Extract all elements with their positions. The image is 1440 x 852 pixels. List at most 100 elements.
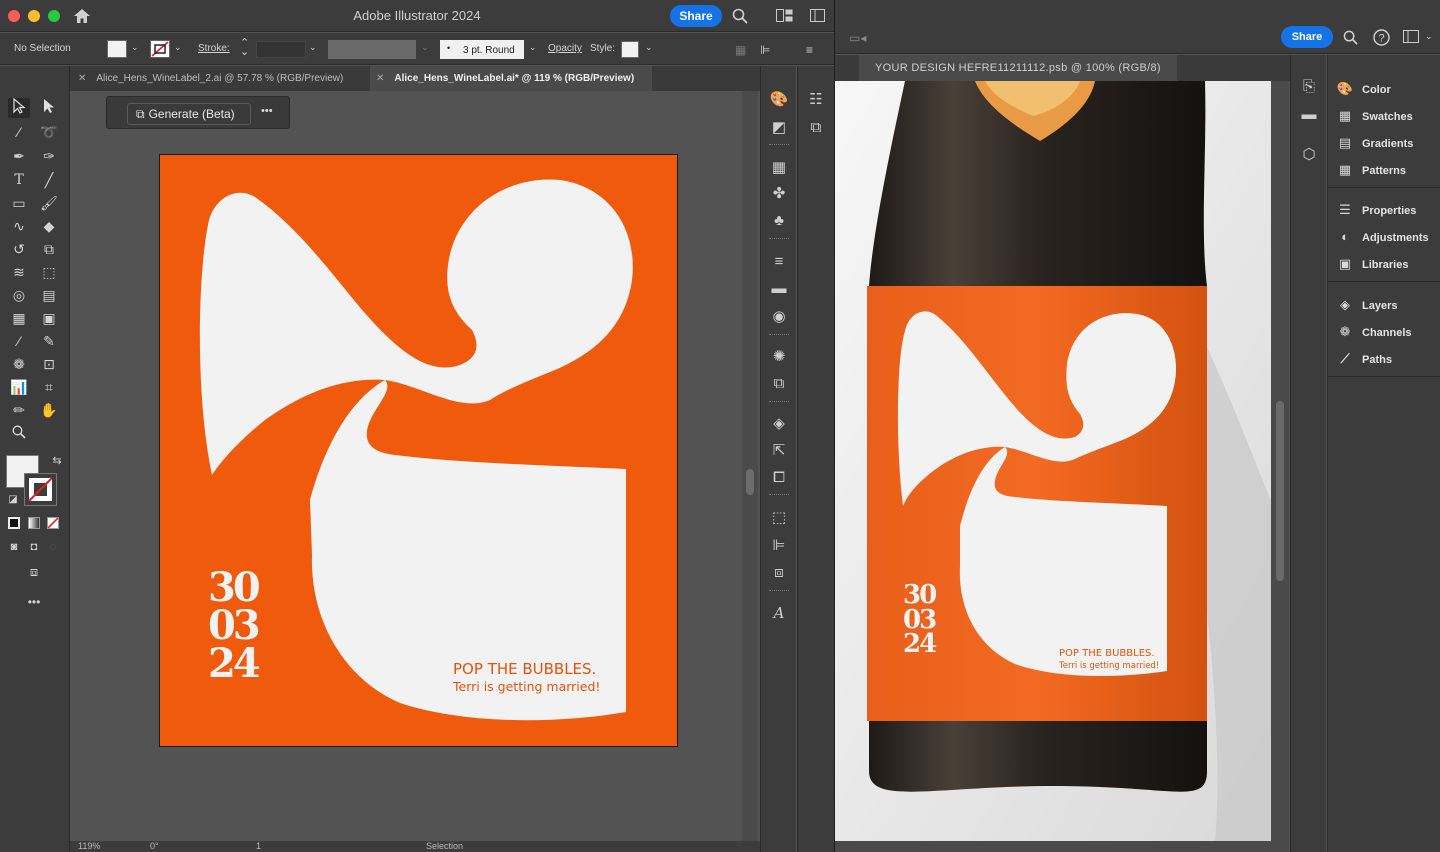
panel-properties[interactable]: ☰ Properties (1336, 202, 1440, 224)
lasso-icon[interactable]: ➰ (38, 122, 60, 142)
panel-swatches[interactable]: ▦ Swatches (1336, 108, 1440, 130)
brush-definition[interactable]: • 3 pt. Round (440, 40, 524, 59)
screen-mode-icon[interactable]: ⧈ (23, 562, 45, 582)
color-mode-icon[interactable] (8, 517, 20, 529)
stroke-weight-field[interactable] (256, 41, 306, 58)
graph-tool-icon[interactable]: 📊 (8, 377, 30, 397)
panel-gradients[interactable]: ▤ Gradients (1336, 135, 1440, 157)
more-options-icon[interactable]: ••• (261, 105, 273, 117)
photoshop-canvas[interactable]: 30 03 24 POP THE BUBBLES. Terri is getti… (835, 81, 1271, 841)
vertical-scrollbar[interactable] (742, 91, 758, 841)
workspace-switcher-icon[interactable] (810, 9, 825, 26)
gradient-tool-icon[interactable]: ▣ (38, 308, 60, 328)
appearance-icon[interactable]: ✺ (769, 347, 789, 367)
brushes-icon[interactable]: ✤ (769, 184, 789, 204)
arrange-documents-icon[interactable] (776, 9, 793, 26)
artboard-number[interactable]: 1 (256, 841, 261, 851)
edit-toolbar-icon[interactable]: ••• (23, 592, 45, 612)
scrollbar-thumb[interactable] (746, 469, 754, 495)
share-button[interactable]: Share (1281, 26, 1333, 48)
eyedropper-icon[interactable]: ⁄ (8, 331, 30, 351)
variable-width-profile[interactable] (328, 40, 416, 59)
graphic-styles-icon[interactable]: ⧉ (769, 374, 789, 394)
align-panel-icon[interactable]: ⊫ (769, 536, 789, 556)
mesh-tool-icon[interactable]: ▦ (8, 308, 30, 328)
artboards-icon[interactable]: ⧠ (769, 468, 789, 488)
draw-normal-icon[interactable]: ◙ (3, 537, 25, 557)
paintbrush-icon[interactable]: 🖌 (38, 193, 60, 213)
graphic-style-swatch[interactable] (621, 41, 639, 58)
panel-adjustments[interactable]: ◐ Adjustments (1336, 229, 1440, 251)
layers-icon[interactable]: ◈ (769, 414, 789, 434)
libraries-icon[interactable]: ⧉ (806, 118, 826, 138)
properties-icon[interactable]: ☷ (806, 90, 826, 110)
blend-tool-icon[interactable]: ✎ (38, 331, 60, 351)
close-tab-icon[interactable]: ✕ (78, 73, 86, 84)
illustrator-canvas[interactable]: ⧉ Generate (Beta) ••• 30 03 24 POP THE BU… (70, 91, 742, 841)
zoom-level[interactable]: 119% (78, 841, 100, 851)
document-tab[interactable]: ✕ Alice_Hens_WineLabel_2.ai @ 57.78 % (RG… (70, 66, 370, 91)
artboard-tool-icon[interactable]: ⊡ (38, 354, 60, 374)
warp-tool-icon[interactable]: ≋ (8, 262, 30, 282)
close-tab-icon[interactable]: ✕ (376, 73, 384, 84)
document-tab-active[interactable]: YOUR DESIGN HEFRE11211112.psb @ 100% (RG… (859, 55, 1177, 81)
perspective-grid-icon[interactable]: ▤ (38, 285, 60, 305)
stroke-weight-stepper[interactable]: ⌃ ⌄ (240, 38, 249, 58)
chevron-down-icon[interactable]: ⌄ (645, 42, 653, 53)
stroke-color-swatch[interactable] (24, 473, 57, 506)
pencil-tool-icon[interactable]: ✏ (8, 400, 30, 420)
history-icon[interactable]: ⎘ (1299, 77, 1319, 97)
pen-tool-icon[interactable]: ✒ (8, 146, 30, 166)
eraser-icon[interactable]: ◆ (38, 216, 60, 236)
document-tab-active[interactable]: ✕ Alice_Hens_WineLabel.ai* @ 119 % (RGB/P… (370, 66, 652, 91)
transparency-icon[interactable]: ◉ (769, 307, 789, 327)
comments-icon[interactable]: ▬ (1299, 105, 1319, 125)
magic-wand-icon[interactable]: ⁄ (8, 122, 30, 142)
fill-swatch[interactable] (107, 40, 127, 58)
workspace-icon[interactable] (1403, 30, 1419, 47)
character-panel-icon[interactable]: A (769, 603, 789, 623)
chevron-down-icon[interactable]: ⌄ (529, 42, 537, 53)
gradient-panel-icon[interactable]: ▬ (769, 279, 789, 299)
pathfinder-icon[interactable]: ⧈ (769, 563, 789, 583)
type-tool-icon[interactable]: T (8, 170, 30, 190)
symbol-sprayer-icon[interactable]: ❁ (8, 354, 30, 374)
gradient-mode-icon[interactable] (28, 517, 40, 529)
chevron-down-icon[interactable]: ⌄ (309, 42, 317, 53)
generate-beta-button[interactable]: ⧉ Generate (Beta) (127, 103, 251, 125)
chevron-down-icon[interactable]: ⌄ (1425, 31, 1433, 42)
search-icon[interactable] (1343, 30, 1358, 49)
shaper-tool-icon[interactable]: ∿ (8, 216, 30, 236)
search-icon[interactable] (732, 8, 748, 28)
panel-libraries[interactable]: ▣ Libraries (1336, 256, 1440, 278)
asset-export-icon[interactable]: ⇱ (769, 441, 789, 461)
color-palette-icon[interactable]: 🎨 (769, 90, 789, 110)
transform-icon[interactable]: ⊫ (760, 42, 770, 58)
rectangle-tool-icon[interactable]: ▭ (8, 193, 30, 213)
transform-panel-icon[interactable]: ⬚ (769, 508, 789, 528)
color-guide-icon[interactable]: ◩ (769, 118, 789, 138)
chevron-down-icon[interactable]: ⌄ (174, 42, 182, 53)
zoom-tool-icon[interactable] (8, 424, 30, 444)
default-colors-icon[interactable]: ◪ (2, 490, 24, 510)
shape-builder-icon[interactable]: ◎ (8, 285, 30, 305)
help-icon[interactable]: ? (1373, 29, 1390, 50)
artboard[interactable]: 30 03 24 POP THE BUBBLES. Terri is getti… (159, 154, 678, 747)
scale-tool-icon[interactable]: ⧉ (38, 239, 60, 259)
panel-color[interactable]: 🎨 Color (1336, 81, 1440, 103)
selection-tool-icon[interactable] (8, 97, 30, 118)
line-tool-icon[interactable]: ╱ (38, 170, 60, 190)
hand-tool-icon[interactable]: ✋ (38, 400, 60, 420)
stroke-label[interactable]: Stroke: (198, 43, 230, 54)
3d-icon[interactable]: ⬡ (1299, 145, 1319, 165)
video-icon[interactable]: ▭◂ (849, 30, 866, 46)
menu-icon[interactable]: ≡ (806, 42, 813, 58)
panel-paths[interactable]: ⟋ Paths (1336, 351, 1440, 373)
swap-colors-icon[interactable]: ⇆ (46, 451, 68, 471)
none-mode-icon[interactable] (47, 517, 59, 529)
panel-layers[interactable]: ◈ Layers (1336, 297, 1440, 319)
stroke-swatch[interactable] (150, 40, 170, 58)
rotate-tool-icon[interactable]: ↺ (8, 239, 30, 259)
stroke-panel-icon[interactable]: ≡ (769, 252, 789, 272)
curvature-tool-icon[interactable]: ✑ (38, 146, 60, 166)
